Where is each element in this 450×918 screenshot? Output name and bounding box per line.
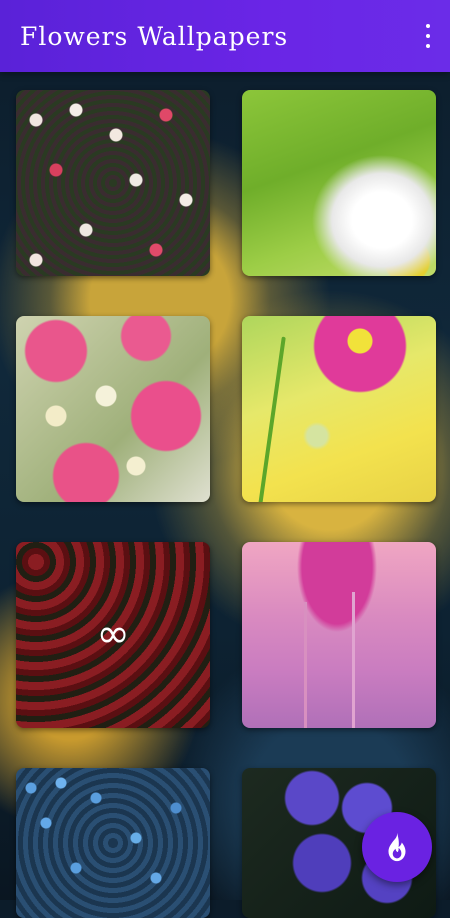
flame-icon: [388, 832, 406, 862]
flower-stem: [352, 592, 355, 728]
wallpaper-thumbnail[interactable]: [242, 316, 436, 502]
infinity-icon: ∞: [96, 611, 130, 657]
wallpaper-thumbnail[interactable]: [16, 316, 210, 502]
app-title: Flowers Wallpapers: [20, 21, 289, 51]
wallpaper-thumbnail-live[interactable]: ∞: [16, 542, 210, 728]
hot-wallpapers-button[interactable]: [362, 812, 432, 882]
app-bar: Flowers Wallpapers: [0, 0, 450, 72]
wallpaper-thumbnail[interactable]: [242, 90, 436, 276]
wallpaper-thumbnail[interactable]: [16, 90, 210, 276]
wallpaper-thumbnail[interactable]: [16, 768, 210, 918]
more-vert-icon[interactable]: [424, 24, 432, 48]
flower-stem: [304, 602, 307, 728]
wallpaper-thumbnail[interactable]: [242, 542, 436, 728]
flower-stem: [258, 336, 286, 502]
